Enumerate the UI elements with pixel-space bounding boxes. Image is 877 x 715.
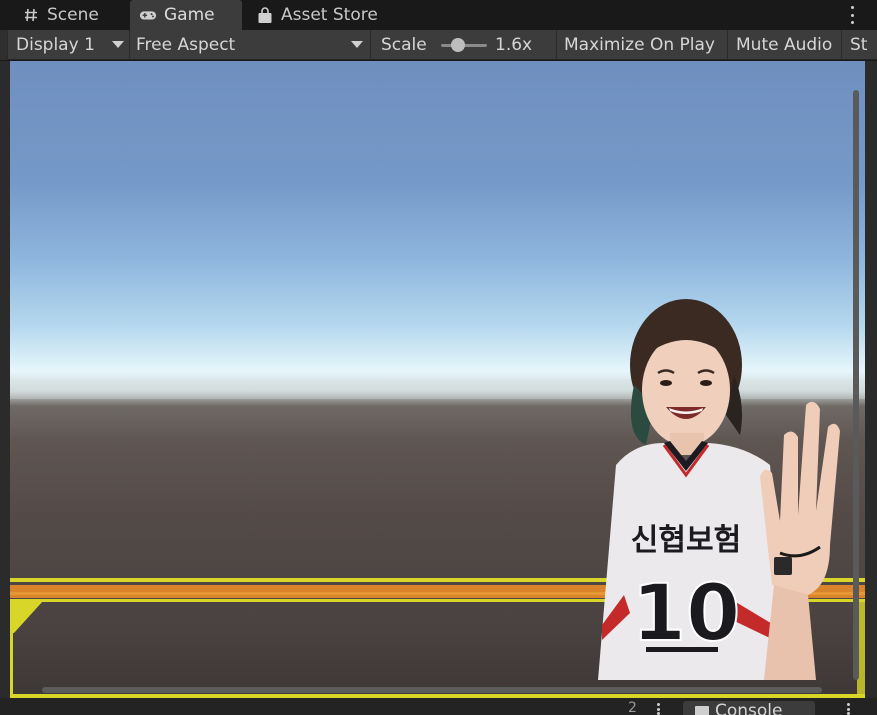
left-panel-edge: [0, 61, 10, 715]
aspect-label: Free Aspect: [136, 35, 236, 55]
tab-label: Game: [164, 5, 215, 25]
hash-icon: [22, 6, 40, 24]
tab-asset-store[interactable]: Asset Store: [244, 0, 394, 30]
gamepad-icon: [139, 6, 157, 24]
maximize-label: Maximize On Play: [564, 35, 715, 55]
bottom-left-menu-icon[interactable]: [655, 703, 661, 715]
window-tab-bar: Scene Game Asset Store: [0, 0, 877, 30]
display-label: Display 1: [16, 35, 95, 55]
shopping-bag-icon: [256, 6, 274, 24]
console-label: Console: [715, 701, 783, 715]
status-count: 2: [628, 700, 637, 715]
chevron-down-icon: [351, 41, 363, 48]
tab-label: Asset Store: [281, 5, 378, 25]
tab-label: Scene: [47, 5, 99, 25]
aspect-dropdown[interactable]: Free Aspect: [130, 30, 371, 60]
jersey-number: 10: [632, 569, 741, 659]
tab-game[interactable]: Game: [130, 0, 242, 30]
stats-toggle[interactable]: St: [842, 30, 877, 60]
stats-label: St: [850, 35, 868, 55]
scale-label: Scale: [381, 35, 427, 55]
scale-value: 1.6x: [495, 35, 533, 55]
tab-scene[interactable]: Scene: [0, 0, 128, 30]
chevron-down-icon: [112, 41, 124, 48]
player-cutout-image: 신협보험 10: [598, 299, 840, 680]
console-icon: [695, 706, 709, 715]
mute-audio-toggle[interactable]: Mute Audio: [728, 30, 842, 60]
window-menu-icon[interactable]: [849, 6, 855, 24]
tab-console[interactable]: Console: [683, 701, 815, 715]
bottom-right-menu-icon[interactable]: [845, 703, 851, 715]
horizontal-scrollbar[interactable]: [42, 687, 822, 693]
maximize-on-play-toggle[interactable]: Maximize On Play: [557, 30, 728, 60]
jersey-team-text: 신협보험: [631, 523, 741, 558]
vertical-scrollbar[interactable]: [853, 90, 859, 680]
toolbar-edge: [0, 30, 8, 60]
mute-label: Mute Audio: [736, 35, 833, 55]
scale-slider-handle[interactable]: [450, 38, 465, 52]
display-dropdown[interactable]: Display 1: [8, 30, 130, 60]
game-view-toolbar: Display 1 Free Aspect Scale 1.6x Maximiz…: [0, 30, 877, 60]
right-panel-edge: [865, 61, 877, 715]
